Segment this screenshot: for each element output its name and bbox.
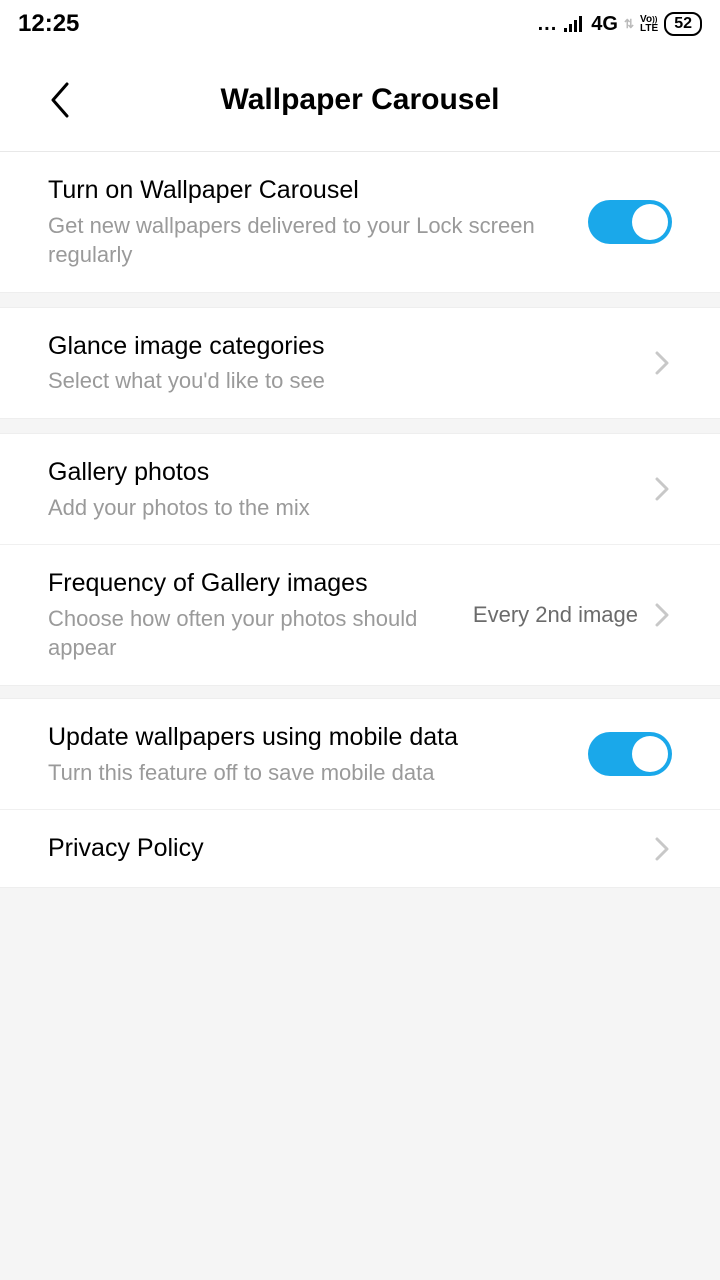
status-bar: 12:25 ... 4G ⇅ Vo)) LTE 52 (0, 0, 720, 48)
frequency-value: Every 2nd image (473, 602, 638, 628)
section-divider (0, 685, 720, 699)
row-subtitle: Get new wallpapers delivered to your Loc… (48, 211, 588, 270)
data-arrows-icon: ⇅ (624, 17, 634, 31)
row-title: Turn on Wallpaper Carousel (48, 174, 588, 207)
section-divider (0, 418, 720, 434)
signal-icon (563, 15, 585, 33)
chevron-right-icon (652, 474, 672, 504)
row-privacy-policy[interactable]: Privacy Policy (0, 810, 720, 887)
row-mobile-data[interactable]: Update wallpapers using mobile data Turn… (0, 699, 720, 810)
row-glance-categories[interactable]: Glance image categories Select what you'… (0, 308, 720, 418)
row-title: Glance image categories (48, 330, 652, 363)
chevron-right-icon (652, 600, 672, 630)
row-subtitle: Turn this feature off to save mobile dat… (48, 758, 588, 788)
row-turn-on-carousel[interactable]: Turn on Wallpaper Carousel Get new wallp… (0, 152, 720, 292)
row-gallery-photos[interactable]: Gallery photos Add your photos to the mi… (0, 434, 720, 545)
chevron-right-icon (652, 834, 672, 864)
network-label: 4G (591, 13, 618, 36)
toggle-mobile-data[interactable] (588, 732, 672, 776)
row-subtitle: Select what you'd like to see (48, 366, 652, 396)
status-time: 12:25 (18, 10, 79, 38)
page-title: Wallpaper Carousel (0, 83, 720, 117)
volte-bot: LTE (640, 23, 658, 34)
row-title: Update wallpapers using mobile data (48, 721, 588, 754)
row-title: Frequency of Gallery images (48, 567, 473, 600)
back-button[interactable] (40, 80, 80, 120)
row-frequency[interactable]: Frequency of Gallery images Choose how o… (0, 545, 720, 685)
toggle-turn-on[interactable] (588, 200, 672, 244)
header: Wallpaper Carousel (0, 48, 720, 152)
battery-indicator: 52 (664, 12, 702, 36)
more-icon: ... (538, 13, 558, 36)
row-title: Gallery photos (48, 456, 652, 489)
volte-icon: Vo)) LTE (640, 15, 658, 33)
row-subtitle: Choose how often your photos should appe… (48, 604, 473, 663)
status-right: ... 4G ⇅ Vo)) LTE 52 (538, 12, 702, 36)
row-title: Privacy Policy (48, 832, 652, 865)
row-subtitle: Add your photos to the mix (48, 493, 652, 523)
chevron-right-icon (652, 348, 672, 378)
section-divider (0, 292, 720, 308)
section-divider (0, 887, 720, 903)
